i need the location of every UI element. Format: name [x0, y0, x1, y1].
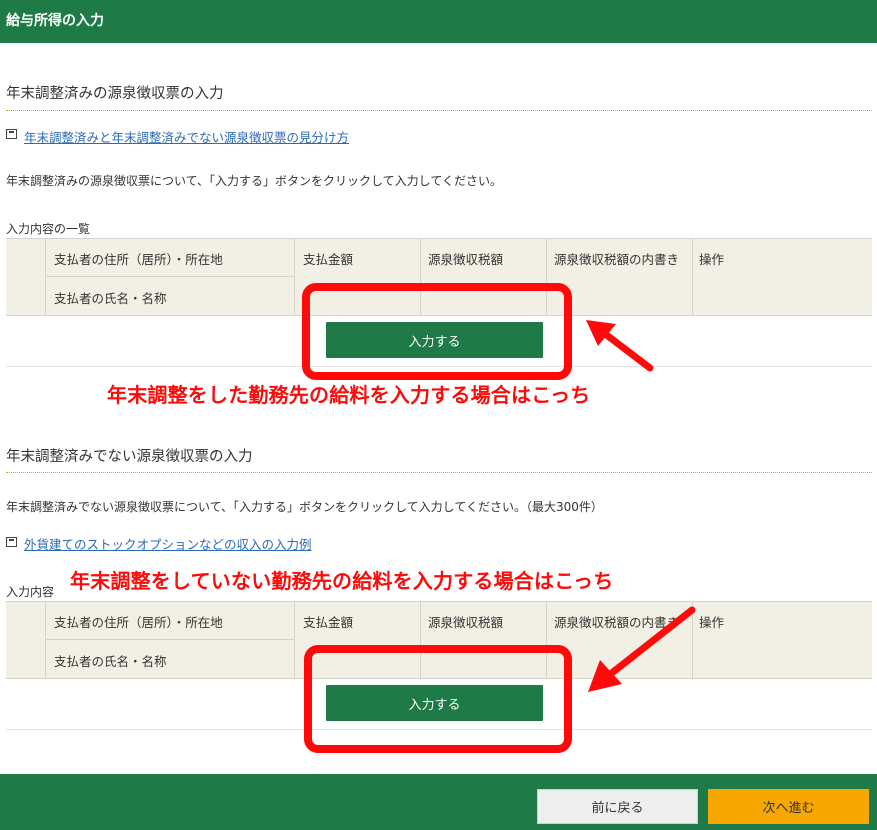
- distinguish-guide-link[interactable]: 年末調整済みと年末調整済みでない源泉徴収票の見分け方: [24, 127, 349, 146]
- annotation-text: 年末調整をした勤務先の給料を入力する場合はこっち: [107, 383, 591, 407]
- section1-description: 年末調整済みの源泉徴収票について、「入力する」ボタンをクリックして入力してくださ…: [6, 174, 502, 188]
- section2-description: 年末調整済みでない源泉徴収票について、「入力する」ボタンをクリックして入力してく…: [6, 500, 603, 514]
- stock-option-example-link[interactable]: 外貨建てのストックオプションなどの収入の入力例: [24, 534, 312, 553]
- th-payer-name: 支払者の氏名・名称: [54, 291, 167, 306]
- th-withholding-tax: 源泉徴収税額: [428, 615, 504, 630]
- highlight-box: [302, 283, 572, 380]
- th-payment-amount: 支払金額: [303, 615, 354, 630]
- page-header: [0, 0, 877, 43]
- th-withholding-tax: 源泉徴収税額: [428, 252, 504, 267]
- highlight-box: [304, 645, 572, 753]
- th-action: 操作: [699, 615, 725, 630]
- section2-title: 年末調整済みでない源泉徴収票の入力: [6, 449, 253, 465]
- section2-list-label: 入力内容: [6, 585, 55, 599]
- arrow-icon: [588, 606, 696, 692]
- th-action: 操作: [699, 252, 725, 267]
- document-icon: [6, 129, 17, 139]
- th-payment-amount: 支払金額: [303, 252, 354, 267]
- section1-divider: [6, 110, 872, 111]
- annotation-text: 年末調整をしていない勤務先の給料を入力する場合はこっち: [70, 569, 614, 593]
- th-payer-name: 支払者の氏名・名称: [54, 654, 167, 669]
- back-button[interactable]: 前に戻る: [537, 789, 698, 824]
- th-tax-breakdown: 源泉徴収税額の内書き: [554, 252, 680, 267]
- next-button[interactable]: 次へ進む: [708, 789, 869, 824]
- section1-title: 年末調整済みの源泉徴収票の入力: [6, 86, 224, 102]
- section1-list-label: 入力内容の一覧: [6, 222, 91, 236]
- section2-divider: [6, 472, 872, 473]
- th-payer-address: 支払者の住所（居所）・所在地: [54, 252, 223, 267]
- page-title: 給与所得の入力: [6, 13, 104, 29]
- document-icon: [6, 537, 17, 547]
- th-payer-address: 支払者の住所（居所）・所在地: [54, 615, 223, 630]
- arrow-icon: [586, 320, 654, 372]
